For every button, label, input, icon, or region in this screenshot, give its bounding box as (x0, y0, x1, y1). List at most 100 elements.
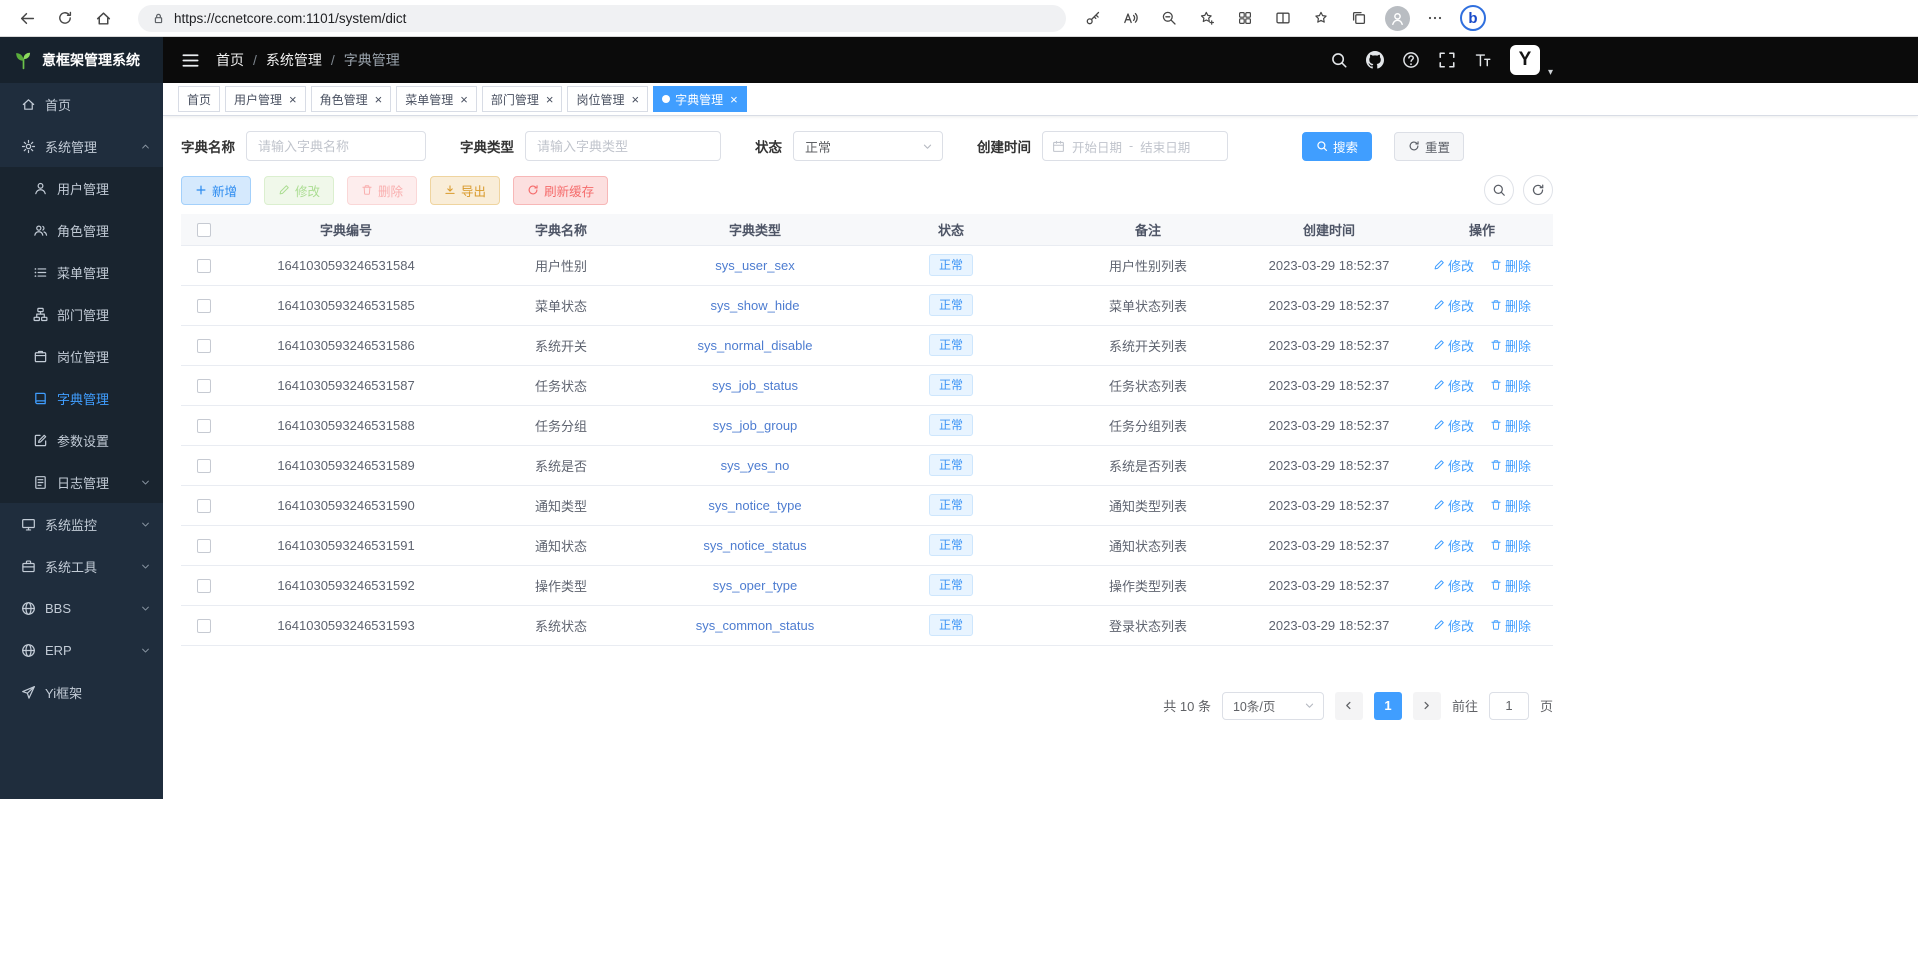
row-edit-button[interactable]: 修改 (1433, 496, 1474, 515)
split-screen-icon[interactable] (1268, 3, 1298, 33)
dict-type-link[interactable]: sys_show_hide (711, 298, 800, 313)
tab-user[interactable]: 用户管理× (225, 86, 306, 112)
add-button[interactable]: 新增 (181, 176, 251, 205)
sidebar-item-monitor[interactable]: 系统监控 (0, 503, 163, 545)
row-checkbox[interactable] (197, 259, 211, 273)
export-button[interactable]: 导出 (430, 176, 500, 205)
add-favorite-icon[interactable] (1192, 3, 1222, 33)
row-edit-button[interactable]: 修改 (1433, 416, 1474, 435)
breadcrumb-item[interactable]: 系统管理 (266, 50, 322, 70)
page-number-button[interactable]: 1 (1374, 692, 1402, 720)
row-delete-button[interactable]: 删除 (1490, 376, 1531, 395)
help-icon[interactable] (1402, 51, 1420, 69)
close-icon[interactable]: × (460, 93, 468, 106)
row-checkbox[interactable] (197, 619, 211, 633)
page-size-select[interactable]: 10条/页 (1222, 692, 1324, 720)
date-range-picker[interactable]: 开始日期 - 结束日期 (1042, 131, 1228, 161)
sidebar-item-user[interactable]: 用户管理 (0, 167, 163, 209)
refresh-cache-button[interactable]: 刷新缓存 (513, 176, 608, 205)
dict-type-link[interactable]: sys_notice_type (708, 498, 801, 513)
prev-page-button[interactable] (1335, 692, 1363, 720)
collections-icon[interactable] (1344, 3, 1374, 33)
extensions-icon[interactable] (1230, 3, 1260, 33)
hamburger-icon[interactable] (181, 51, 200, 70)
close-icon[interactable]: × (375, 93, 383, 106)
row-edit-button[interactable]: 修改 (1433, 336, 1474, 355)
row-checkbox[interactable] (197, 539, 211, 553)
github-icon[interactable] (1366, 51, 1384, 69)
row-delete-button[interactable]: 删除 (1490, 576, 1531, 595)
row-edit-button[interactable]: 修改 (1433, 376, 1474, 395)
row-checkbox[interactable] (197, 579, 211, 593)
row-edit-button[interactable]: 修改 (1433, 616, 1474, 635)
edit-button[interactable]: 修改 (264, 176, 334, 205)
back-icon[interactable] (12, 3, 42, 33)
address-bar[interactable]: https://ccnetcore.com:1101/system/dict (138, 5, 1066, 32)
row-edit-button[interactable]: 修改 (1433, 456, 1474, 475)
refresh-table-button[interactable] (1523, 175, 1553, 205)
sidebar-item-config[interactable]: 参数设置 (0, 419, 163, 461)
reset-button[interactable]: 重置 (1394, 132, 1464, 161)
row-delete-button[interactable]: 删除 (1490, 456, 1531, 475)
tab-role[interactable]: 角色管理× (311, 86, 392, 112)
dict-type-link[interactable]: sys_common_status (696, 618, 815, 633)
sidebar-item-dict[interactable]: 字典管理 (0, 377, 163, 419)
zoom-icon[interactable] (1154, 3, 1184, 33)
font-size-icon[interactable] (1474, 51, 1492, 69)
breadcrumb-item[interactable]: 首页 (216, 50, 244, 70)
delete-button[interactable]: 删除 (347, 176, 417, 205)
row-checkbox[interactable] (197, 299, 211, 313)
close-icon[interactable]: × (631, 93, 639, 106)
row-edit-button[interactable]: 修改 (1433, 296, 1474, 315)
sidebar-item-dept[interactable]: 部门管理 (0, 293, 163, 335)
sidebar-item-system[interactable]: 系统管理 (0, 125, 163, 167)
row-delete-button[interactable]: 删除 (1490, 296, 1531, 315)
row-edit-button[interactable]: 修改 (1433, 576, 1474, 595)
browser-home-icon[interactable] (88, 3, 118, 33)
row-checkbox[interactable] (197, 379, 211, 393)
dict-type-link[interactable]: sys_yes_no (721, 458, 790, 473)
refresh-icon[interactable] (50, 3, 80, 33)
row-delete-button[interactable]: 删除 (1490, 256, 1531, 275)
dict-type-link[interactable]: sys_normal_disable (698, 338, 813, 353)
sidebar-item-post[interactable]: 岗位管理 (0, 335, 163, 377)
dict-type-link[interactable]: sys_user_sex (715, 258, 794, 273)
profile-avatar[interactable] (1382, 3, 1412, 33)
row-delete-button[interactable]: 删除 (1490, 616, 1531, 635)
tab-home[interactable]: 首页 (178, 86, 220, 112)
select-all-checkbox[interactable] (197, 223, 211, 237)
next-page-button[interactable] (1413, 692, 1441, 720)
tab-dict[interactable]: 字典管理× (653, 86, 747, 112)
dict-type-link[interactable]: sys_notice_status (703, 538, 806, 553)
close-icon[interactable]: × (289, 93, 297, 106)
row-delete-button[interactable]: 删除 (1490, 496, 1531, 515)
read-aloud-icon[interactable] (1116, 3, 1146, 33)
bing-icon[interactable]: b (1458, 3, 1488, 33)
user-avatar[interactable]: Y ▾ (1510, 45, 1540, 75)
sidebar-item-tool[interactable]: 系统工具 (0, 545, 163, 587)
status-select[interactable]: 正常 (793, 131, 943, 161)
row-delete-button[interactable]: 删除 (1490, 536, 1531, 555)
row-delete-button[interactable]: 删除 (1490, 336, 1531, 355)
tab-menu[interactable]: 菜单管理× (396, 86, 477, 112)
sidebar-item-menu[interactable]: 菜单管理 (0, 251, 163, 293)
search-button[interactable]: 搜索 (1302, 132, 1372, 161)
sidebar-item-home[interactable]: 首页 (0, 83, 163, 125)
sidebar-item-erp[interactable]: ERP (0, 629, 163, 671)
row-edit-button[interactable]: 修改 (1433, 256, 1474, 275)
tab-post[interactable]: 岗位管理× (567, 86, 648, 112)
toggle-search-button[interactable] (1484, 175, 1514, 205)
sidebar-item-yi[interactable]: Yi框架 (0, 671, 163, 713)
row-checkbox[interactable] (197, 419, 211, 433)
sidebar-item-log[interactable]: 日志管理 (0, 461, 163, 503)
dict-type-link[interactable]: sys_oper_type (713, 578, 798, 593)
dict-type-link[interactable]: sys_job_status (712, 378, 798, 393)
goto-page-input[interactable] (1489, 692, 1529, 720)
sidebar-item-role[interactable]: 角色管理 (0, 209, 163, 251)
search-icon[interactable] (1330, 51, 1348, 69)
row-edit-button[interactable]: 修改 (1433, 536, 1474, 555)
close-icon[interactable]: × (546, 93, 554, 106)
tab-dept[interactable]: 部门管理× (482, 86, 563, 112)
row-checkbox[interactable] (197, 339, 211, 353)
password-key-icon[interactable] (1078, 3, 1108, 33)
